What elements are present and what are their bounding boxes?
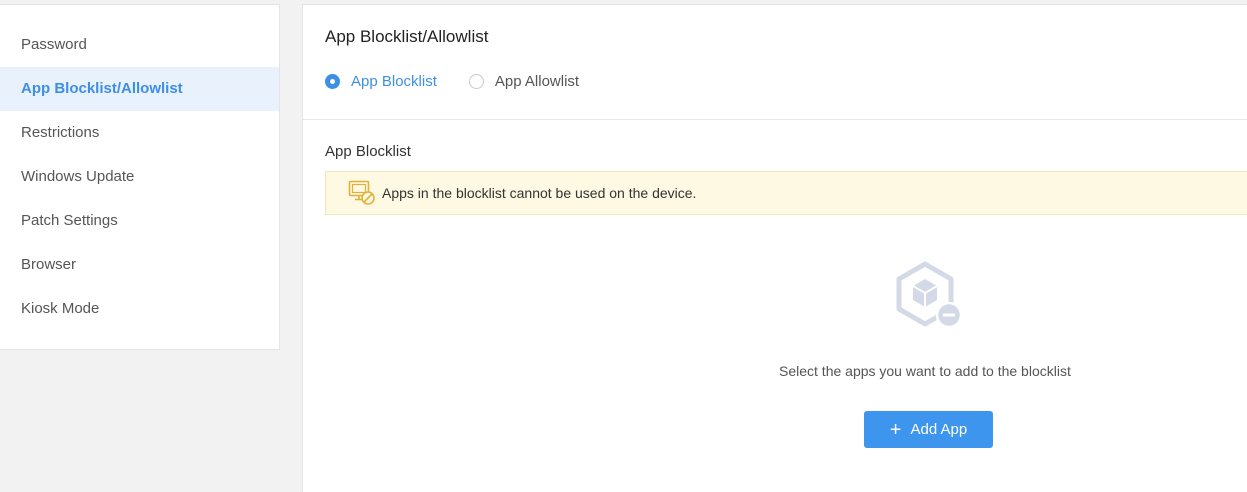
monitor-blocked-icon: [348, 180, 375, 205]
sidebar-item-windows-update[interactable]: Windows Update: [0, 155, 279, 199]
section-title: App Blocklist: [325, 143, 411, 160]
sidebar-item-app-blocklist-allowlist[interactable]: App Blocklist/Allowlist: [0, 67, 279, 111]
list-type-radio-group: App Blocklist App Allowlist: [325, 73, 611, 90]
sidebar-item-patch-settings[interactable]: Patch Settings: [0, 199, 279, 243]
radio-label: App Allowlist: [494, 73, 580, 90]
add-app-button[interactable]: + Add App: [864, 411, 993, 448]
add-app-label: Add App: [910, 421, 968, 438]
radio-checked-icon: [325, 74, 340, 89]
sidebar-item-restrictions[interactable]: Restrictions: [0, 111, 279, 155]
radio-app-allowlist[interactable]: App Allowlist: [468, 73, 580, 90]
radio-unchecked-icon: [468, 74, 484, 89]
page-title: App Blocklist/Allowlist: [325, 27, 489, 46]
sidebar-item-password[interactable]: Password: [0, 23, 279, 67]
sidebar-item-kiosk-mode[interactable]: Kiosk Mode: [0, 287, 279, 331]
panel-header: App Blocklist/Allowlist App Blocklist Ap…: [303, 5, 1247, 120]
radio-app-blocklist[interactable]: App Blocklist: [325, 73, 437, 90]
notice-text: Apps in the blocklist cannot be used on …: [382, 185, 697, 201]
app-package-remove-icon: [896, 261, 963, 329]
empty-state-text: Select the apps you want to add to the b…: [779, 363, 1071, 379]
main-panel: App Blocklist/Allowlist App Blocklist Ap…: [302, 4, 1247, 492]
plus-icon: +: [889, 418, 902, 441]
radio-label: App Blocklist: [351, 73, 437, 90]
sidebar-item-browser[interactable]: Browser: [0, 243, 279, 287]
notice-banner: Apps in the blocklist cannot be used on …: [325, 171, 1247, 215]
sidebar: Password App Blocklist/Allowlist Restric…: [0, 4, 280, 350]
